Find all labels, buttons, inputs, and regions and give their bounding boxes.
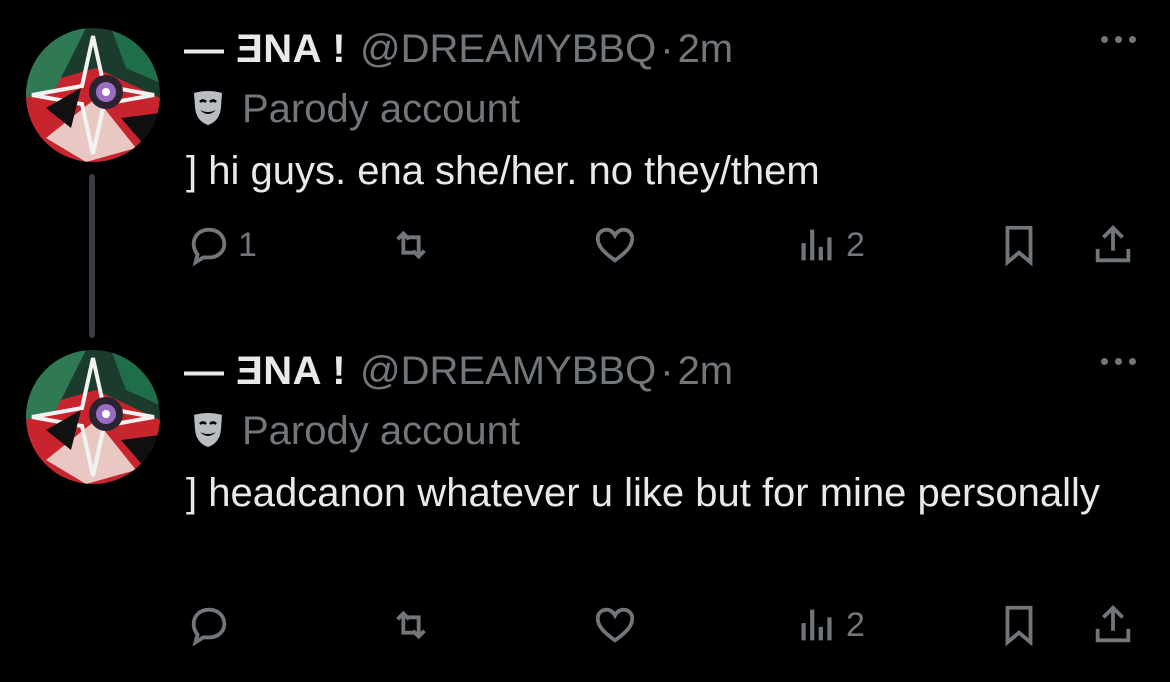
- view-count: 2: [846, 225, 865, 264]
- action-bar: 1 2: [0, 222, 1170, 272]
- tweet-header: — ƎNA ! @DREAMYBBQ · 2m: [184, 346, 733, 396]
- timestamp[interactable]: 2m: [678, 27, 734, 72]
- reply-button[interactable]: 1: [186, 222, 257, 268]
- bookmark-button[interactable]: [996, 602, 1042, 648]
- tweet[interactable]: — ƎNA ! @DREAMYBBQ · 2m Parody account ]…: [0, 0, 1170, 340]
- label-text: Parody account: [242, 408, 520, 453]
- reply-icon: [191, 607, 227, 647]
- views-button[interactable]: 2: [794, 222, 865, 268]
- timestamp[interactable]: 2m: [678, 349, 734, 394]
- display-name[interactable]: — ƎNA !: [184, 349, 346, 394]
- tweet-text: ] hi guys. ena she/her. no they/them: [186, 149, 820, 193]
- more-icon[interactable]: [1101, 358, 1136, 365]
- parody-label: Parody account: [188, 406, 520, 456]
- more-icon[interactable]: [1101, 36, 1136, 43]
- action-bar: 2: [0, 602, 1170, 652]
- tweet-text: ] headcanon whatever u like but for mine…: [186, 471, 1100, 515]
- like-icon: [595, 227, 635, 263]
- avatar[interactable]: [26, 28, 160, 162]
- theater-mask-icon: [188, 87, 228, 132]
- views-icon: [801, 609, 832, 641]
- like-button[interactable]: [592, 602, 638, 648]
- bookmark-icon: [1005, 605, 1033, 647]
- share-icon: [1095, 605, 1131, 643]
- separator: ·: [660, 348, 674, 393]
- view-count: 2: [846, 605, 865, 644]
- reply-count: 1: [238, 225, 257, 264]
- reply-icon: [191, 227, 227, 267]
- separator: ·: [660, 26, 674, 71]
- handle[interactable]: @DREAMYBBQ: [360, 27, 656, 72]
- bookmark-button[interactable]: [996, 222, 1042, 268]
- handle[interactable]: @DREAMYBBQ: [360, 349, 656, 394]
- parody-label: Parody account: [188, 84, 520, 134]
- share-icon: [1095, 225, 1131, 263]
- theater-mask-icon: [188, 409, 228, 454]
- repost-icon: [396, 610, 426, 640]
- like-icon: [595, 607, 635, 643]
- tweet[interactable]: — ƎNA ! @DREAMYBBQ · 2m Parody account ]…: [0, 322, 1170, 682]
- bookmark-icon: [1005, 225, 1033, 267]
- avatar[interactable]: [26, 350, 160, 484]
- views-button[interactable]: 2: [794, 602, 865, 648]
- label-text: Parody account: [242, 86, 520, 131]
- display-name[interactable]: — ƎNA !: [184, 27, 346, 72]
- repost-button[interactable]: [388, 602, 434, 648]
- tweet-header: — ƎNA ! @DREAMYBBQ · 2m: [184, 24, 733, 74]
- share-button[interactable]: [1090, 222, 1136, 268]
- views-icon: [801, 229, 832, 261]
- like-button[interactable]: [592, 222, 638, 268]
- repost-button[interactable]: [388, 222, 434, 268]
- reply-button[interactable]: [186, 602, 238, 648]
- repost-icon: [396, 230, 426, 260]
- share-button[interactable]: [1090, 602, 1136, 648]
